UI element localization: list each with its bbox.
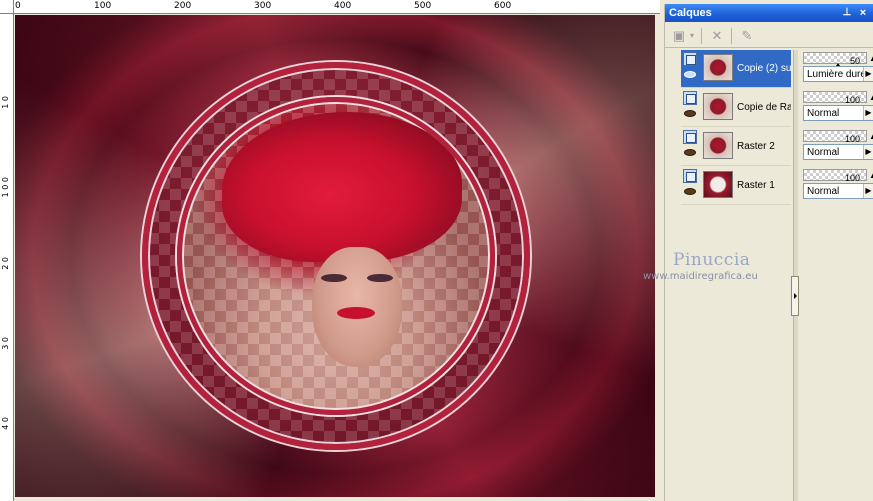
- palette-toolbar: ▣ ▾ ✕ ✎: [665, 24, 873, 48]
- chevron-up-icon[interactable]: ▲: [869, 170, 873, 181]
- splitter-toggle-button[interactable]: [791, 276, 799, 316]
- inner-circle-portrait: [177, 97, 495, 415]
- layer-group-icon[interactable]: [683, 130, 697, 144]
- canvas-window: 0 100 200 300 400 500 600 1 0 1 0 0 2 0 …: [0, 0, 660, 501]
- blend-mode-value: Normal: [807, 108, 840, 119]
- opacity-slider[interactable]: 100: [803, 91, 867, 105]
- new-layer-icon[interactable]: ▣: [669, 27, 689, 45]
- layer-props-row: 100 ▲ Normal ▶: [803, 89, 873, 127]
- toolbar-divider: [731, 28, 732, 44]
- layer-row-copie-de-raster[interactable]: Copie de Ras: [681, 89, 791, 127]
- layer-thumbnail: [703, 54, 733, 81]
- layer-name: Raster 1: [737, 180, 775, 191]
- layer-thumbnail: [703, 132, 733, 159]
- top-ruler: 0 100 200 300 400 500 600: [14, 0, 660, 14]
- ruler-label: 500: [414, 1, 432, 11]
- layer-name: Copie (2) sur: [737, 63, 791, 74]
- ruler-label: 3 0: [1, 337, 10, 350]
- chevron-right-icon[interactable]: ▶: [863, 184, 873, 198]
- ruler-label: 4 0: [1, 417, 10, 430]
- ruler-corner: [0, 0, 14, 14]
- chevron-right-icon[interactable]: ▶: [863, 67, 873, 81]
- opacity-value: 100: [844, 134, 860, 144]
- ruler-label: 200: [174, 1, 192, 11]
- ruler-label: 2 0: [1, 257, 10, 270]
- chevron-up-icon[interactable]: ▲: [869, 53, 873, 64]
- blend-mode-value: Normal: [807, 147, 840, 158]
- red-hat: [222, 112, 462, 262]
- layer-group-icon[interactable]: [683, 169, 697, 183]
- layer-group-icon[interactable]: [683, 52, 697, 66]
- watermark-title: Pinuccia: [673, 250, 751, 270]
- pin-icon[interactable]: ⊥: [842, 7, 852, 18]
- chevron-right-icon[interactable]: ▶: [863, 145, 873, 159]
- eye-icon[interactable]: [684, 71, 696, 78]
- eye-icon[interactable]: [684, 188, 696, 195]
- opacity-value: 100: [844, 173, 860, 183]
- delete-layer-icon[interactable]: ✕: [707, 27, 727, 45]
- opacity-slider[interactable]: 50: [803, 52, 867, 69]
- chevron-down-icon[interactable]: ▾: [687, 27, 697, 45]
- opacity-value: 50: [849, 56, 860, 66]
- lips: [337, 307, 375, 319]
- left-ruler: 1 0 1 0 0 2 0 3 0 4 0: [0, 14, 14, 501]
- chevron-up-icon[interactable]: ▲: [869, 92, 873, 103]
- close-icon[interactable]: ×: [857, 7, 869, 19]
- layer-props-row: 50 ▲ Lumière dure ▶: [803, 50, 873, 88]
- layer-name: Raster 2: [737, 141, 775, 152]
- eyes: [319, 274, 399, 284]
- layer-row-raster-1[interactable]: Raster 1: [681, 167, 791, 205]
- chevron-up-icon[interactable]: ▲: [869, 131, 873, 142]
- layer-thumbnail: [703, 93, 733, 120]
- chevron-right-icon[interactable]: ▶: [863, 106, 873, 120]
- blend-mode-select[interactable]: Normal ▶: [803, 183, 873, 199]
- layer-props-row: 100 ▲ Normal ▶: [803, 167, 873, 205]
- opacity-value: 100: [844, 95, 860, 105]
- layer-list: Copie (2) sur Copie de Ras Raster 2 Rast…: [681, 50, 791, 210]
- layer-row-copie-2[interactable]: Copie (2) sur: [681, 50, 791, 88]
- ruler-label: 600: [494, 1, 512, 11]
- ruler-label: 100: [94, 1, 112, 11]
- layer-properties-list: 50 ▲ Lumière dure ▶ 100 ▲ Normal ▶ 100 ▲: [803, 50, 873, 220]
- layer-properties-icon[interactable]: ✎: [737, 27, 757, 45]
- left-eye: [321, 274, 347, 282]
- layer-thumbnail: [703, 171, 733, 198]
- ruler-label: 300: [254, 1, 272, 11]
- ruler-label: 1 0: [1, 96, 10, 109]
- eye-icon[interactable]: [684, 149, 696, 156]
- palette-titlebar[interactable]: Calques ⊥ ×: [665, 4, 873, 22]
- blend-mode-value: Normal: [807, 186, 840, 197]
- blend-mode-value: Lumière dure: [807, 69, 866, 80]
- layer-row-raster-2[interactable]: Raster 2: [681, 128, 791, 166]
- image-canvas[interactable]: [15, 15, 655, 497]
- opacity-slider[interactable]: 100: [803, 130, 867, 144]
- blend-mode-select[interactable]: Lumière dure ▶: [803, 66, 873, 82]
- watermark-url: www.maidiregrafica.eu: [643, 271, 758, 282]
- ruler-label: 1 0 0: [1, 177, 10, 198]
- palette-title: Calques: [669, 7, 712, 19]
- layer-name: Copie de Ras: [737, 102, 791, 113]
- eye-icon[interactable]: [684, 110, 696, 117]
- opacity-slider[interactable]: 100: [803, 169, 867, 183]
- blend-mode-select[interactable]: Normal ▶: [803, 105, 873, 121]
- layer-group-icon[interactable]: [683, 91, 697, 105]
- right-eye: [367, 274, 393, 282]
- ruler-label: 0: [15, 1, 21, 11]
- ruler-label: 400: [334, 1, 352, 11]
- layer-props-row: 100 ▲ Normal ▶: [803, 128, 873, 166]
- blend-mode-select[interactable]: Normal ▶: [803, 144, 873, 160]
- toolbar-divider: [701, 28, 702, 44]
